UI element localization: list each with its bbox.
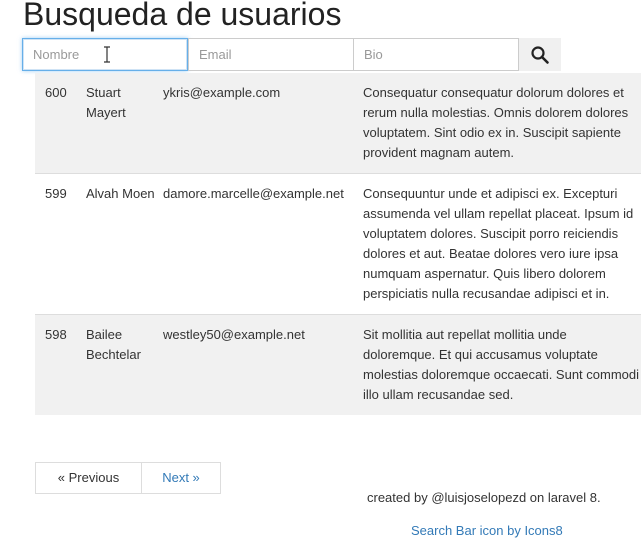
table-row: 600 Stuart Mayert ykris@example.com Cons… — [35, 73, 641, 174]
user-id: 598 — [35, 314, 86, 415]
search-button[interactable] — [519, 38, 561, 71]
page-title: Busqueda de usuarios — [23, 0, 342, 32]
user-email: ykris@example.com — [163, 73, 363, 174]
user-name: Bailee Bechtelar — [86, 314, 163, 415]
user-email: damore.marcelle@example.net — [163, 173, 363, 315]
table-row: 599 Alvah Moen damore.marcelle@example.n… — [35, 173, 641, 315]
icon-credit-link[interactable]: Search Bar icon by Icons8 — [411, 523, 563, 538]
email-search-input[interactable] — [188, 38, 354, 71]
user-bio: Consequuntur unde et adipisci ex. Except… — [363, 173, 641, 315]
author-credit: created by @luisjoselopezd on laravel 8. — [367, 490, 601, 505]
pagination: « Previous Next » — [35, 462, 221, 494]
user-bio: Consequatur consequatur dolorum dolores … — [363, 73, 641, 174]
text-cursor-icon — [104, 46, 110, 63]
user-id: 600 — [35, 73, 86, 174]
user-id: 599 — [35, 173, 86, 315]
users-table: 600 Stuart Mayert ykris@example.com Cons… — [35, 73, 641, 415]
previous-page-button[interactable]: « Previous — [35, 462, 142, 494]
bio-search-input[interactable] — [353, 38, 519, 71]
next-page-button[interactable]: Next » — [141, 462, 221, 494]
search-icon — [531, 45, 549, 64]
user-bio: Sit mollitia aut repellat mollitia unde … — [363, 314, 641, 415]
user-email: westley50@example.net — [163, 314, 363, 415]
user-name: Stuart Mayert — [86, 73, 163, 174]
user-name: Alvah Moen — [86, 173, 163, 315]
table-row: 598 Bailee Bechtelar westley50@example.n… — [35, 314, 641, 415]
